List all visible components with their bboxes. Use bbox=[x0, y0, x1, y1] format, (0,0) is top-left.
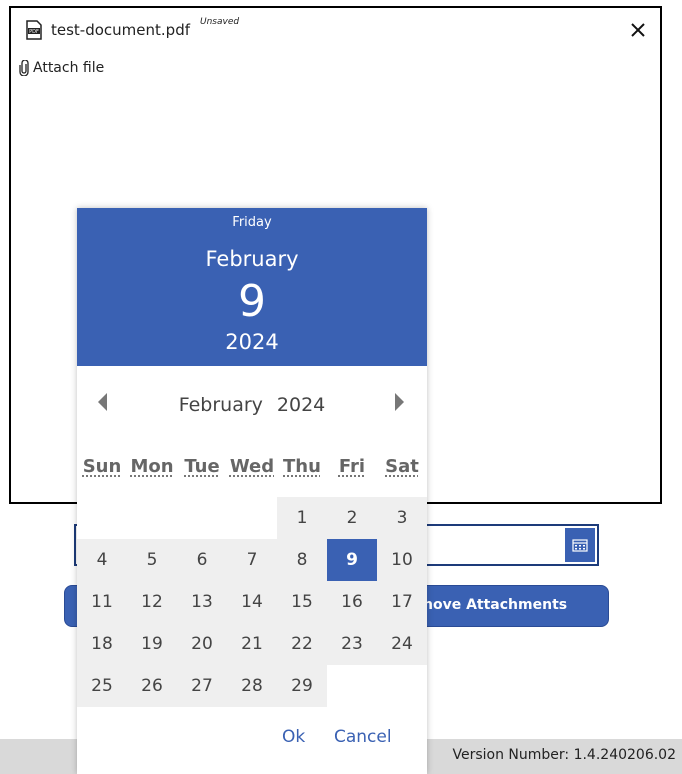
calendar-day[interactable]: 25 bbox=[77, 665, 127, 707]
selected-weekday: Friday bbox=[232, 215, 272, 230]
calendar-day[interactable]: 4 bbox=[77, 539, 127, 581]
calendar-day[interactable]: 5 bbox=[127, 539, 177, 581]
calendar-day[interactable]: 22 bbox=[277, 623, 327, 665]
calendar-day[interactable]: 26 bbox=[127, 665, 177, 707]
calendar-day[interactable]: 27 bbox=[177, 665, 227, 707]
selected-month: February bbox=[205, 247, 299, 271]
calendar-day[interactable]: 2 bbox=[327, 497, 377, 539]
calendar-day-selected[interactable]: 9 bbox=[327, 539, 377, 581]
calendar-day[interactable]: 19 bbox=[127, 623, 177, 665]
close-icon[interactable] bbox=[628, 20, 648, 40]
paperclip-icon bbox=[19, 60, 29, 76]
calendar-day[interactable]: 29 bbox=[277, 665, 327, 707]
calendar-day[interactable]: 23 bbox=[327, 623, 377, 665]
calendar-day[interactable]: 1 bbox=[277, 497, 327, 539]
calendar-day[interactable]: 14 bbox=[227, 581, 277, 623]
calendar-day[interactable]: 6 bbox=[177, 539, 227, 581]
nav-month: February bbox=[178, 394, 263, 416]
calendar-icon bbox=[572, 539, 588, 552]
weekday-header: Fri bbox=[338, 456, 366, 477]
weekday-header: Thu bbox=[283, 456, 321, 477]
calendar-day[interactable]: 16 bbox=[327, 581, 377, 623]
month-year-title: February 2024 bbox=[77, 394, 427, 416]
svg-text:PDF: PDF bbox=[29, 29, 39, 35]
calendar-button[interactable] bbox=[565, 528, 595, 562]
weekday-header: Sun bbox=[82, 456, 122, 477]
calendar-day[interactable]: 24 bbox=[377, 623, 427, 665]
calendar-day[interactable]: 17 bbox=[377, 581, 427, 623]
next-month-icon[interactable] bbox=[391, 391, 407, 413]
version-number: Version Number: 1.4.240206.02 bbox=[452, 747, 676, 763]
selected-date: 9 bbox=[238, 276, 266, 327]
calendar-day[interactable]: 20 bbox=[177, 623, 227, 665]
calendar-day[interactable]: 7 bbox=[227, 539, 277, 581]
ok-button[interactable]: Ok bbox=[282, 727, 305, 747]
weekday-header: Mon bbox=[130, 456, 174, 477]
calendar-day[interactable]: 28 bbox=[227, 665, 277, 707]
cancel-button[interactable]: Cancel bbox=[334, 727, 392, 747]
nav-year: 2024 bbox=[276, 394, 326, 416]
calendar-day[interactable]: 11 bbox=[77, 581, 127, 623]
file-name[interactable]: test-document.pdf bbox=[51, 21, 190, 39]
unsaved-label: Unsaved bbox=[200, 17, 240, 27]
date-picker: Friday February 9 2024 February 2024 Sun M… bbox=[77, 208, 427, 774]
attach-file-button[interactable]: Attach file bbox=[19, 60, 104, 76]
weekday-header: Sat bbox=[385, 456, 419, 477]
file-row[interactable]: PDF test-document.pdf Unsaved bbox=[25, 17, 240, 40]
pdf-file-icon: PDF bbox=[26, 20, 42, 40]
calendar-day[interactable]: 13 bbox=[177, 581, 227, 623]
calendar-day[interactable]: 8 bbox=[277, 539, 327, 581]
calendar-day[interactable]: 21 bbox=[227, 623, 277, 665]
calendar-day[interactable]: 12 bbox=[127, 581, 177, 623]
calendar-day[interactable]: 18 bbox=[77, 623, 127, 665]
calendar-day[interactable]: 3 bbox=[377, 497, 427, 539]
calendar-day[interactable]: 10 bbox=[377, 539, 427, 581]
remove-attachments-label: nove Attachments bbox=[423, 597, 568, 613]
calendar-day[interactable]: 15 bbox=[277, 581, 327, 623]
weekday-header: Wed bbox=[229, 456, 275, 477]
picker-header: Friday February 9 2024 bbox=[77, 208, 427, 366]
weekday-header: Tue bbox=[184, 456, 220, 477]
attach-file-label: Attach file bbox=[33, 60, 105, 76]
selected-year[interactable]: 2024 bbox=[77, 330, 427, 354]
